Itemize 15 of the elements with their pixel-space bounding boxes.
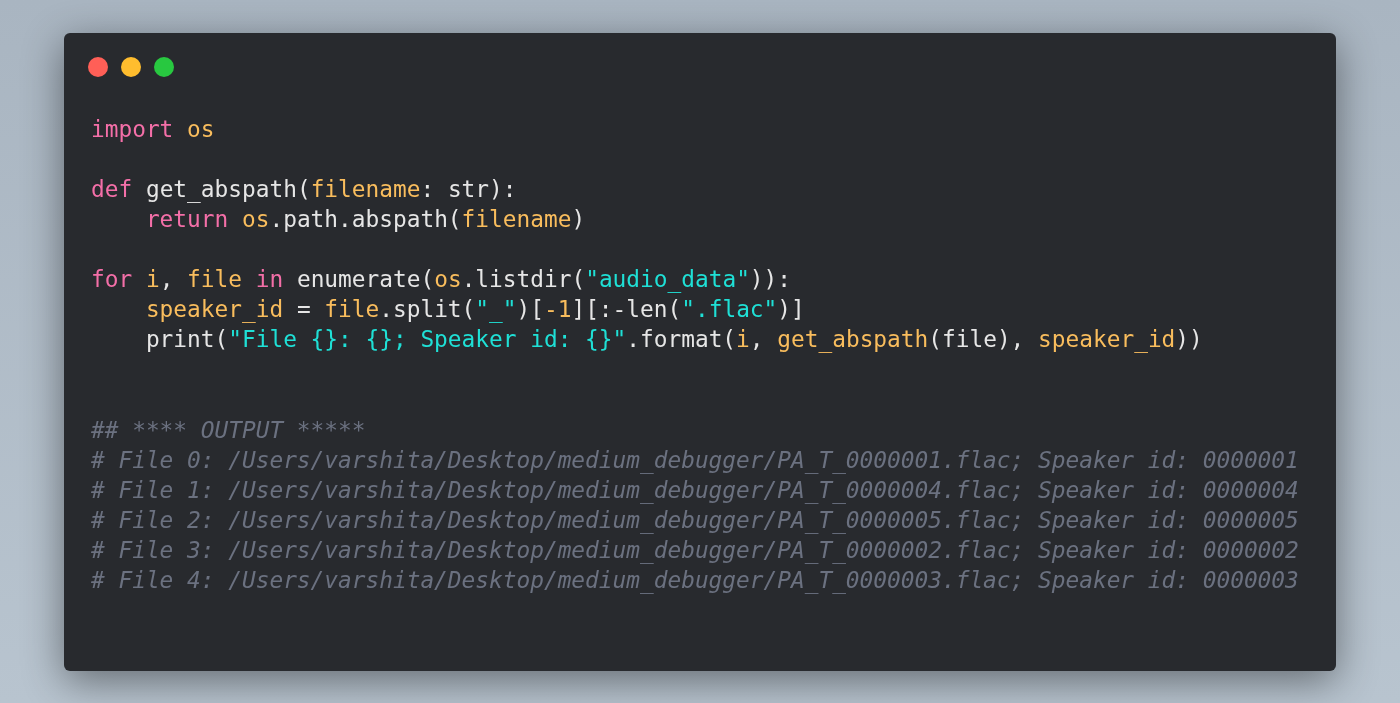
code-line: speaker_id = file.split("_")[-1][:-len(".flac")] xyxy=(144,295,805,324)
code-line: return os.path.abspath(filename) xyxy=(144,205,586,234)
comment-line: # File 1: /Users/varshita/Desktop/medium_debugger/PA_T_0000004.flac; Speaker id: 0000004 xyxy=(91,476,1299,505)
window-control-icon[interactable] xyxy=(88,57,108,77)
code-line: import os xyxy=(91,115,215,144)
code-line: for i, file in enumerate(os.listdir("audio_data")): xyxy=(91,265,792,294)
comment-line: # File 2: /Users/varshita/Desktop/medium_debugger/PA_T_0000005.flac; Speaker id: 0000005 xyxy=(91,506,1299,535)
comment-line: ## **** OUTPUT ***** xyxy=(91,416,366,445)
comment-line: # File 4: /Users/varshita/Desktop/medium_debugger/PA_T_0000003.flac; Speaker id: 0000003 xyxy=(91,566,1299,595)
window-control-icon[interactable] xyxy=(121,57,141,77)
code-line: def get_abspath(filename: str): xyxy=(91,175,517,204)
comment-line: # File 0: /Users/varshita/Desktop/medium_debugger/PA_T_0000001.flac; Speaker id: 0000001 xyxy=(91,446,1299,475)
comment-line: # File 3: /Users/varshita/Desktop/medium_debugger/PA_T_0000002.flac; Speaker id: 0000002 xyxy=(91,536,1299,565)
window-control-icon[interactable] xyxy=(154,57,174,77)
code-line: print("File {}: {}; Speaker id: {}".format(i, get_abspath(file), speaker_id)) xyxy=(144,325,1203,354)
